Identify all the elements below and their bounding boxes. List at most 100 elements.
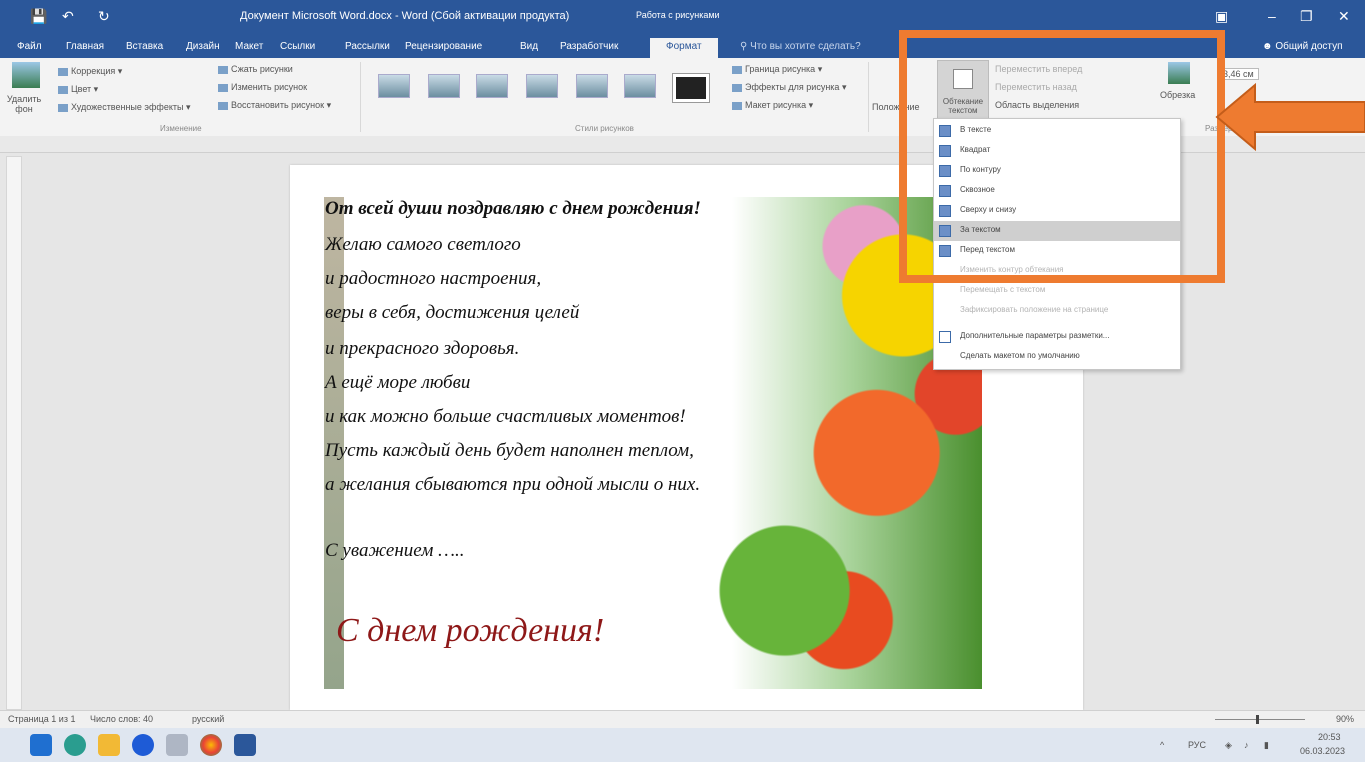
poem-line[interactable]: веры в себя, достижения целей — [325, 302, 579, 324]
tab-insert[interactable]: Вставка — [126, 41, 163, 52]
poem-line[interactable]: и радостного настроения, — [325, 268, 541, 290]
tab-layout[interactable]: Макет — [235, 41, 263, 52]
tab-mailings[interactable]: Рассылки — [345, 41, 390, 52]
menu-item-fix-position: Зафиксировать положение на странице — [934, 301, 1180, 321]
tab-references[interactable]: Ссылки — [280, 41, 315, 52]
poem-line[interactable]: От всей души поздравляю с днем рождения! — [325, 198, 701, 220]
menu-item-set-default[interactable]: Сделать макетом по умолчанию — [934, 347, 1180, 367]
zoom-slider[interactable] — [1215, 719, 1305, 720]
card-signature: С днем рождения! — [336, 612, 605, 649]
app-icon[interactable] — [166, 734, 188, 756]
maximize-icon[interactable]: ❐ — [1300, 8, 1313, 25]
context-tab-group: Работа с рисунками — [636, 10, 720, 20]
clock-time[interactable]: 20:53 — [1318, 732, 1341, 742]
poem-line[interactable]: С уважением ….. — [325, 540, 465, 562]
save-icon[interactable]: 💾 — [30, 8, 47, 25]
corrections-icon — [58, 67, 68, 76]
menu-item-label: Зафиксировать положение на странице — [960, 305, 1109, 314]
language-indicator[interactable]: русский — [192, 714, 224, 724]
artistic-effects-button[interactable]: Художественные эффекты ▾ — [58, 102, 190, 113]
picture-style-5[interactable] — [576, 74, 608, 98]
close-icon[interactable]: ✕ — [1338, 8, 1350, 25]
menu-item-label: Дополнительные параметры разметки... — [960, 331, 1110, 340]
vertical-ruler[interactable] — [6, 156, 22, 710]
tab-design[interactable]: Дизайн — [186, 41, 220, 52]
poem-line[interactable]: и как можно больше счастливых моментов! — [325, 406, 686, 428]
effects-label: Эффекты для рисунка — [745, 82, 840, 92]
picture-style-6[interactable] — [624, 74, 656, 98]
poem-line[interactable]: Желаю самого светлого — [325, 234, 521, 256]
picture-style-1[interactable] — [378, 74, 410, 98]
page-count[interactable]: Страница 1 из 1 — [8, 714, 75, 724]
input-language[interactable]: РУС — [1188, 740, 1206, 750]
poem-line[interactable]: Пусть каждый день будет наполнен теплом, — [325, 440, 694, 462]
tray-chevron-icon[interactable]: ^ — [1160, 740, 1164, 750]
tab-format[interactable]: Формат — [650, 38, 718, 58]
artistic-effects-icon — [58, 103, 68, 112]
redo-icon[interactable]: ↻ — [98, 8, 110, 25]
remove-background-icon — [12, 62, 40, 88]
file-explorer-icon[interactable] — [98, 734, 120, 756]
corrections-button[interactable]: Коррекция ▾ — [58, 66, 122, 77]
tab-developer[interactable]: Разработчик — [560, 41, 618, 52]
reset-picture-icon — [218, 101, 228, 110]
window-title: Документ Microsoft Word.docx - Word (Сбо… — [240, 10, 570, 22]
remove-background-button[interactable]: Удалить фон — [4, 94, 44, 114]
headphones-app-icon[interactable] — [132, 734, 154, 756]
border-label: Граница рисунка — [745, 64, 816, 74]
change-picture-button[interactable]: Изменить рисунок — [218, 82, 307, 92]
reset-picture-label: Восстановить рисунок — [231, 100, 325, 110]
edge-browser-icon[interactable] — [64, 734, 86, 756]
color-label: Цвет — [71, 84, 92, 94]
tell-me-label: Что вы хотите сделать? — [750, 41, 861, 52]
tab-home[interactable]: Главная — [66, 41, 104, 52]
windows-start-icon[interactable] — [30, 734, 52, 756]
border-icon — [732, 65, 742, 74]
zoom-level[interactable]: 90% — [1336, 714, 1354, 724]
picture-style-3[interactable] — [476, 74, 508, 98]
menu-item-label: Сделать макетом по умолчанию — [960, 351, 1080, 360]
layout-icon — [732, 101, 742, 110]
tab-review[interactable]: Рецензирование — [405, 41, 482, 52]
artistic-effects-label: Художественные эффекты — [71, 102, 184, 112]
reset-picture-button[interactable]: Восстановить рисунок ▾ — [218, 100, 331, 111]
tell-me-search[interactable]: ⚲ Что вы хотите сделать? — [740, 41, 861, 52]
battery-icon[interactable]: ▮ — [1264, 740, 1269, 751]
compress-pictures-button[interactable]: Сжать рисунки — [218, 64, 293, 74]
undo-icon[interactable]: ↶ — [62, 8, 74, 25]
word-count[interactable]: Число слов: 40 — [90, 714, 153, 724]
effects-icon — [732, 83, 742, 92]
picture-effects-button[interactable]: Эффекты для рисунка ▾ — [732, 82, 846, 93]
group-label-styles: Стили рисунков — [575, 124, 634, 133]
poem-line[interactable]: а желания сбываются при одной мысли о ни… — [325, 474, 700, 496]
menu-item-more-layout-options[interactable]: Дополнительные параметры разметки... — [934, 327, 1180, 347]
color-button[interactable]: Цвет ▾ — [58, 84, 98, 95]
picture-style-4[interactable] — [526, 74, 558, 98]
picture-border-button[interactable]: Граница рисунка ▾ — [732, 64, 822, 75]
zoom-slider-thumb[interactable] — [1256, 715, 1259, 724]
picture-style-7[interactable] — [672, 73, 710, 103]
picture-style-2[interactable] — [428, 74, 460, 98]
ribbon-display-icon[interactable]: ▣ — [1215, 8, 1228, 25]
network-icon[interactable]: ◈ — [1225, 740, 1232, 751]
clock-date[interactable]: 06.03.2023 — [1300, 746, 1345, 756]
picture-layout-button[interactable]: Макет рисунка ▾ — [732, 100, 813, 111]
tab-view[interactable]: Вид — [520, 41, 538, 52]
status-bar: Страница 1 из 1 Число слов: 40 русский 9… — [0, 710, 1365, 729]
word-taskbar-icon[interactable] — [234, 734, 256, 756]
tab-file[interactable]: Файл — [17, 41, 42, 52]
share-button[interactable]: ☻ Общий доступ — [1262, 41, 1343, 52]
group-label-change: Изменение — [160, 124, 202, 133]
change-picture-icon — [218, 83, 228, 92]
menu-item-label: Перемещать с текстом — [960, 285, 1046, 294]
poem-line[interactable]: А ещё море любви — [325, 372, 470, 394]
volume-icon[interactable]: ♪ — [1244, 740, 1249, 750]
share-label: Общий доступ — [1275, 41, 1343, 52]
layout-options-icon — [939, 331, 951, 343]
annotation-highlight-box — [899, 30, 1225, 283]
change-picture-label: Изменить рисунок — [231, 82, 308, 92]
chrome-icon[interactable] — [200, 734, 222, 756]
minimize-icon[interactable]: – — [1268, 8, 1276, 24]
compress-icon — [218, 65, 228, 74]
poem-line[interactable]: и прекрасного здоровья. — [325, 338, 519, 360]
